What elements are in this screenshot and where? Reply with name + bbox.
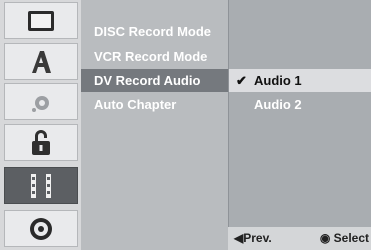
checkmark-icon: ✔ (236, 73, 247, 88)
footer-bar: ◀Prev. ◉ Select (228, 227, 371, 250)
audio-icon-cell[interactable] (4, 83, 78, 120)
lock-icon (32, 129, 50, 155)
category-icon-column (0, 0, 81, 250)
recording-icon-cell[interactable] (4, 167, 78, 204)
menu-item-auto-chapter[interactable]: Auto Chapter (81, 93, 228, 116)
select-label: Select (333, 231, 369, 245)
option-audio-2[interactable]: Audio 2 (228, 93, 371, 116)
menu-column: DISC Record Mode VCR Record Mode DV Reco… (81, 0, 228, 250)
lock-icon-cell[interactable] (4, 124, 78, 161)
tv-screen-icon (28, 10, 54, 31)
column-divider (228, 0, 229, 250)
language-icon-cell[interactable] (4, 43, 78, 80)
recording-film-icon (31, 173, 51, 198)
menu-item-disc-record-mode[interactable]: DISC Record Mode (81, 20, 228, 43)
option-label: Audio 1 (254, 73, 302, 88)
prev-label: Prev. (243, 231, 272, 245)
tv-screen-icon-cell[interactable] (4, 2, 78, 39)
audio-icon (32, 95, 49, 112)
menu-item-vcr-record-mode[interactable]: VCR Record Mode (81, 45, 228, 68)
language-a-icon (32, 50, 51, 73)
setup-menu-screen: DISC Record Mode VCR Record Mode DV Reco… (0, 0, 371, 250)
disc-icon (30, 217, 52, 240)
options-column: ✔ Audio 1 Audio 2 (228, 0, 371, 250)
prev-hint[interactable]: ◀Prev. (234, 231, 272, 245)
option-label: Audio 2 (254, 97, 302, 112)
disc-icon-cell[interactable] (4, 210, 78, 247)
select-hint[interactable]: ◉ Select (320, 231, 369, 245)
option-audio-1[interactable]: ✔ Audio 1 (228, 69, 371, 92)
menu-item-dv-record-audio[interactable]: DV Record Audio (81, 69, 228, 92)
select-button-icon: ◉ (319, 231, 331, 245)
left-arrow-icon: ◀ (234, 231, 244, 245)
